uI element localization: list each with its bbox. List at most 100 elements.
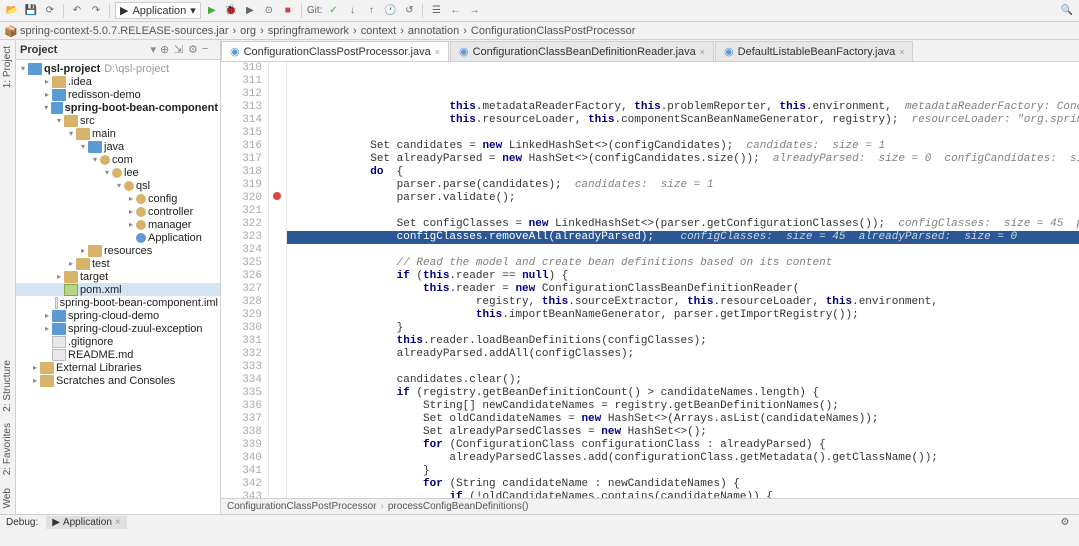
code-line[interactable]: // Read the model and create bean defini… [287,257,1079,270]
hide-icon[interactable]: − [202,43,216,57]
code-line[interactable]: this.resourceLoader, this.componentScanB… [287,114,1079,127]
line-number[interactable]: 321 [221,205,262,218]
project-tool-tab[interactable]: 1: Project [0,40,15,94]
line-number[interactable]: 322 [221,218,262,231]
debug-tab[interactable]: ▶ Application × [46,516,126,529]
line-number[interactable]: 332 [221,348,262,361]
tree-item[interactable]: ▾qsl [16,179,220,192]
code-line[interactable]: String[] newCandidateNames = registry.ge… [287,400,1079,413]
line-number[interactable]: 314 [221,114,262,127]
close-icon[interactable]: × [115,517,121,528]
tree-item[interactable]: ▾java [16,140,220,153]
structure-icon[interactable]: ☰ [428,3,444,19]
line-number[interactable]: 324 [221,244,262,257]
line-number[interactable]: 326 [221,270,262,283]
code-line[interactable]: if (this.reader == null) { [287,270,1079,283]
tree-item[interactable]: ▾com [16,153,220,166]
tree-item[interactable]: ▸target [16,270,220,283]
tree-item[interactable]: ▸test [16,257,220,270]
tree-item[interactable]: spring-boot-bean-component.iml [16,296,220,309]
line-number[interactable]: 320 [221,192,262,205]
redo-icon[interactable]: ↷ [88,3,104,19]
close-icon[interactable]: × [700,47,705,57]
code-line[interactable] [287,244,1079,257]
code-content[interactable]: 博客园 @ 青石路 this.metadataReaderFactory, th… [287,62,1079,498]
code-line[interactable]: this.importBeanNameGenerator, parser.get… [287,309,1079,322]
forward-icon[interactable]: → [466,3,482,19]
line-number[interactable]: 312 [221,88,262,101]
tree-item[interactable]: ▸.idea [16,75,220,88]
code-line[interactable]: this.metadataReaderFactory, this.problem… [287,101,1079,114]
back-icon[interactable]: ← [447,3,463,19]
code-line[interactable]: Set alreadyParsedClasses = new HashSet<>… [287,426,1079,439]
tree-item[interactable]: ▾spring-boot-bean-component [16,101,220,114]
breakpoint-icon[interactable] [273,192,281,200]
line-number[interactable]: 334 [221,374,262,387]
tree-item[interactable]: ▸config [16,192,220,205]
line-number[interactable]: 315 [221,127,262,140]
favorites-tool-tab[interactable]: 2: Favorites [0,417,15,481]
code-line[interactable]: } [287,322,1079,335]
gear-icon[interactable]: ⚙ [1057,515,1073,531]
tree-item[interactable]: ▸spring-cloud-zuul-exception [16,322,220,335]
breadcrumb-item[interactable]: context [361,25,396,37]
line-number[interactable]: 336 [221,400,262,413]
line-number[interactable]: 316 [221,140,262,153]
tree-item[interactable]: Application [16,231,220,244]
tree-item[interactable]: ▸External Libraries [16,361,220,374]
refresh-icon[interactable]: ⟳ [42,3,58,19]
line-number[interactable]: 341 [221,465,262,478]
code-line[interactable]: this.reader.loadBeanDefinitions(configCl… [287,335,1079,348]
line-number[interactable]: 325 [221,257,262,270]
tree-item[interactable]: ▾src [16,114,220,127]
line-number[interactable]: 327 [221,283,262,296]
editor-tab[interactable]: ◉ConfigurationClassBeanDefinitionReader.… [450,41,714,61]
marker-gutter[interactable] [269,62,287,498]
line-number[interactable]: 317 [221,153,262,166]
tree-item[interactable]: ▸resources [16,244,220,257]
editor-tab[interactable]: ◉DefaultListableBeanFactory.java× [715,41,913,61]
code-line[interactable]: do { [287,166,1079,179]
gear-icon[interactable]: ⚙ [188,43,202,57]
tree-item[interactable]: .gitignore [16,335,220,348]
code-line[interactable]: Set alreadyParsed = new HashSet<>(config… [287,153,1079,166]
code-line[interactable] [287,127,1079,140]
vcs-push-icon[interactable]: ↑ [363,3,379,19]
run-config-dropdown[interactable]: ▶ Application ▾ [115,2,201,19]
vcs-revert-icon[interactable]: ↺ [401,3,417,19]
line-number[interactable]: 331 [221,335,262,348]
breadcrumb-item[interactable]: annotation [408,25,459,37]
close-icon[interactable]: × [899,47,904,57]
line-number[interactable]: 335 [221,387,262,400]
tree-item[interactable]: ▸manager [16,218,220,231]
tree-item[interactable]: ▸spring-cloud-demo [16,309,220,322]
line-number[interactable]: 330 [221,322,262,335]
code-line[interactable]: Set candidates = new LinkedHashSet<>(con… [287,140,1079,153]
code-line[interactable]: this.reader = new ConfigurationClassBean… [287,283,1079,296]
code-area[interactable]: 3103113123133143153163173183193203213223… [221,62,1079,498]
line-number[interactable]: 318 [221,166,262,179]
open-icon[interactable]: 📂 [4,3,20,19]
line-number[interactable]: 333 [221,361,262,374]
structure-tool-tab[interactable]: 2: Structure [0,354,15,418]
code-line[interactable] [287,205,1079,218]
vcs-history-icon[interactable]: 🕐 [382,3,398,19]
profile-icon[interactable]: ⊙ [261,3,277,19]
breadcrumb-item[interactable]: org [240,25,256,37]
stop-icon[interactable]: ■ [280,3,296,19]
code-line[interactable]: parser.parse(candidates); candidates: si… [287,179,1079,192]
target-icon[interactable]: ⊕ [160,43,174,57]
editor-tab[interactable]: ◉ConfigurationClassPostProcessor.java× [221,41,449,61]
tree-item[interactable]: pom.xml [16,283,220,296]
line-number[interactable]: 310 [221,62,262,75]
line-number[interactable]: 313 [221,101,262,114]
code-line[interactable]: alreadyParsed.addAll(configClasses); [287,348,1079,361]
code-line[interactable]: candidates.clear(); [287,374,1079,387]
run-icon[interactable]: ▶ [204,3,220,19]
vcs-update-icon[interactable]: ✓ [325,3,341,19]
line-number[interactable]: 319 [221,179,262,192]
line-number[interactable]: 339 [221,439,262,452]
search-icon[interactable]: 🔍 [1059,3,1075,19]
status-crumb[interactable]: processConfigBeanDefinitions() [388,501,529,512]
code-line[interactable]: for (String candidateName : newCandidate… [287,478,1079,491]
